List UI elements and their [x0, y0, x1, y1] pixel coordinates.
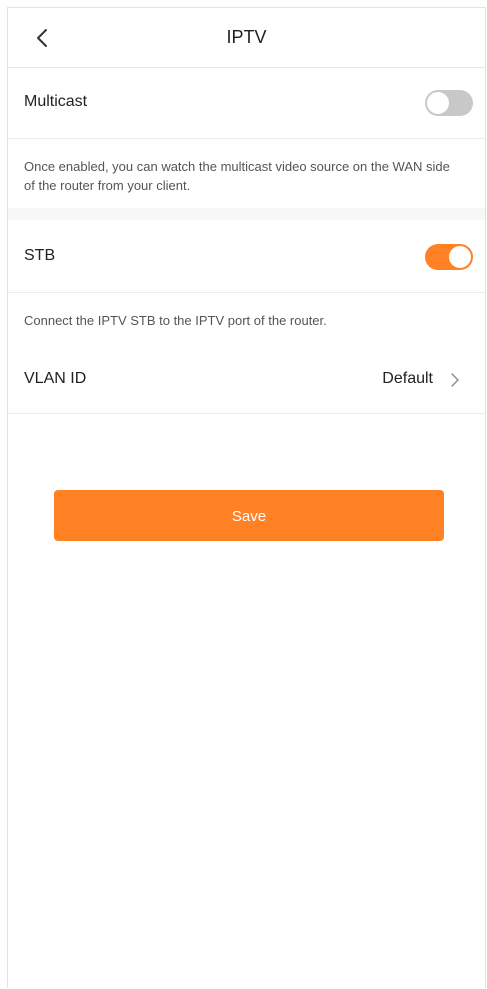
- divider: [8, 413, 485, 414]
- divider: [8, 292, 485, 293]
- toggle-knob: [449, 246, 471, 268]
- divider: [8, 138, 485, 139]
- stb-toggle[interactable]: [425, 244, 473, 270]
- top-nav-bar: IPTV: [8, 8, 485, 68]
- chevron-right-icon: [449, 373, 461, 387]
- page-frame: IPTV Multicast Once enabled, you can wat…: [7, 7, 486, 988]
- page-title: IPTV: [226, 27, 267, 47]
- stb-label: STB: [24, 247, 56, 264]
- multicast-toggle[interactable]: [425, 90, 473, 116]
- multicast-description: Once enabled, you can watch the multicas…: [24, 159, 450, 193]
- vlan-id-value: Default: [382, 370, 433, 387]
- save-button[interactable]: Save: [54, 490, 444, 541]
- multicast-label: Multicast: [24, 93, 88, 110]
- stb-description: Connect the IPTV STB to the IPTV port of…: [24, 313, 327, 328]
- vlan-id-label: VLAN ID: [24, 370, 87, 387]
- toggle-knob: [427, 92, 449, 114]
- section-gap: [8, 208, 485, 220]
- vlan-id-row[interactable]: VLAN ID Default: [8, 353, 485, 413]
